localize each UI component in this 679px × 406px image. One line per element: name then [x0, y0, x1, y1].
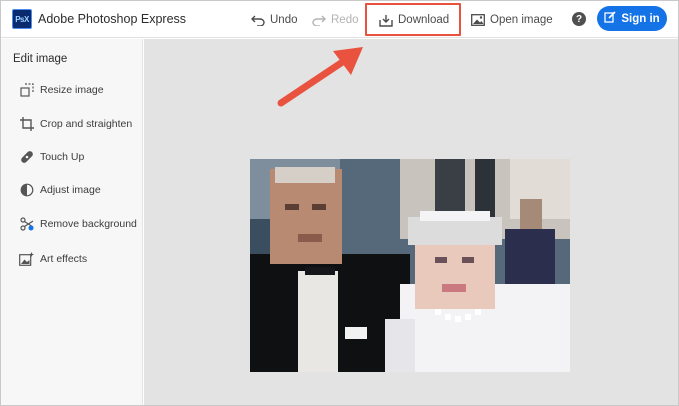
download-icon — [379, 14, 393, 27]
sidebar-item-label: Resize image — [40, 84, 104, 96]
sidebar-title: Edit image — [13, 53, 68, 65]
sidebar-item-remove-background[interactable]: Remove background — [19, 215, 137, 233]
app-title: Adobe Photoshop Express — [38, 12, 187, 26]
download-label: Download — [398, 14, 450, 26]
sidebar-item-label: Touch Up — [40, 151, 85, 163]
undo-icon — [251, 14, 265, 26]
art-effects-icon — [19, 252, 34, 267]
undo-label: Undo — [270, 14, 298, 26]
open-image-button[interactable]: Open image — [471, 11, 553, 29]
sidebar-item-label: Remove background — [40, 218, 137, 230]
sidebar-item-art-effects[interactable]: Art effects — [19, 250, 87, 268]
app-logo: PsX — [12, 9, 32, 29]
undo-button[interactable]: Undo — [251, 11, 298, 29]
sidebar-item-label: Crop and straighten — [40, 118, 133, 130]
edited-photo — [250, 159, 570, 372]
help-icon[interactable]: ? — [572, 12, 586, 26]
open-image-label: Open image — [490, 14, 553, 26]
resize-icon — [19, 83, 34, 98]
sign-in-button[interactable]: Sign in — [597, 6, 667, 31]
image-icon — [471, 14, 485, 26]
sign-in-label: Sign in — [621, 12, 660, 25]
top-bar: PsX Adobe Photoshop Express Undo Redo Do… — [1, 1, 678, 38]
sidebar-item-touch-up[interactable]: Touch Up — [19, 148, 84, 166]
edit-sidebar: Edit image Resize image Crop and straigh… — [1, 39, 143, 405]
annotation-arrow — [271, 41, 371, 111]
sidebar-item-adjust[interactable]: Adjust image — [19, 181, 101, 199]
sidebar-item-resize[interactable]: Resize image — [19, 81, 104, 99]
bandage-icon — [19, 150, 34, 165]
app-window: PsX Adobe Photoshop Express Undo Redo Do… — [0, 0, 679, 406]
sidebar-item-label: Adjust image — [40, 184, 101, 196]
sidebar-item-crop[interactable]: Crop and straighten — [19, 115, 132, 133]
download-button[interactable]: Download — [379, 11, 449, 29]
sidebar-item-label: Art effects — [40, 253, 88, 265]
sign-in-icon — [604, 11, 616, 26]
crop-icon — [19, 117, 34, 132]
scissors-icon — [19, 217, 34, 232]
redo-icon — [312, 14, 326, 26]
redo-button[interactable]: Redo — [312, 11, 359, 29]
redo-label: Redo — [331, 14, 359, 26]
adjust-icon — [19, 183, 34, 198]
